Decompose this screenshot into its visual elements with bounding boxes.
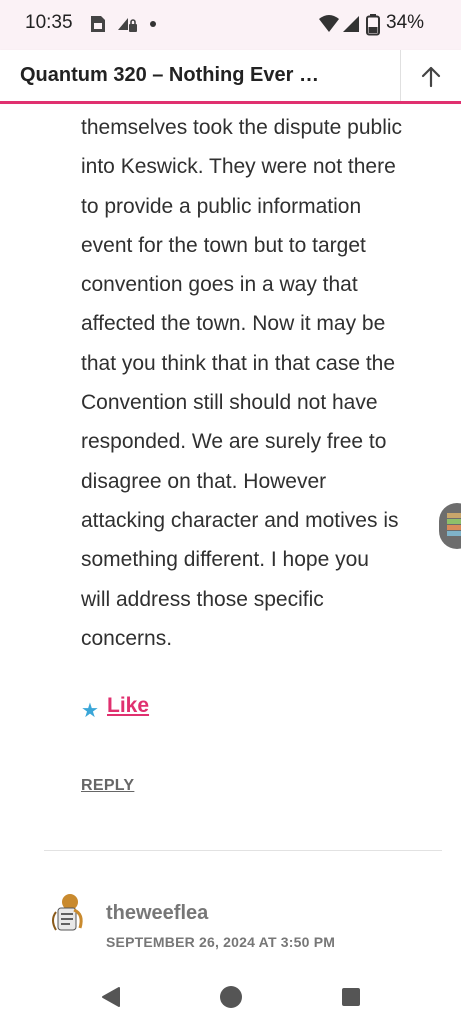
comment-line: something different. I hope you xyxy=(81,548,369,572)
wifi-icon xyxy=(319,15,339,32)
comment-separator xyxy=(44,850,442,851)
signal-icon xyxy=(343,16,359,32)
system-nav-bar xyxy=(0,966,461,1024)
status-time: 10:35 xyxy=(25,12,73,33)
notification-dot-icon xyxy=(150,21,156,27)
sim-card-icon xyxy=(91,16,105,32)
star-icon: ★ xyxy=(81,700,99,722)
floating-side-widget[interactable] xyxy=(439,503,461,549)
avatar[interactable] xyxy=(48,892,88,936)
comment-line: that you think that in that case the xyxy=(81,351,396,375)
battery-icon xyxy=(366,14,380,36)
flea-avatar-icon xyxy=(52,894,83,931)
scroll-to-top-button[interactable] xyxy=(401,50,461,102)
comment-line: will address those specific xyxy=(81,587,324,611)
stacked-books-icon xyxy=(447,513,461,536)
arrow-up-icon xyxy=(421,66,441,88)
comment-line: attacking character and motives is xyxy=(81,508,399,532)
reply-button[interactable]: REPLY xyxy=(81,777,134,795)
like-button[interactable]: Like xyxy=(107,694,149,718)
recents-icon[interactable] xyxy=(338,984,364,1010)
comment-line: disagree on that. However xyxy=(81,469,327,493)
home-icon[interactable] xyxy=(218,984,244,1010)
article-header: Quantum 320 – Nothing Ever … xyxy=(0,50,461,102)
comment-line: themselves took the dispute public xyxy=(81,116,403,139)
comment-author[interactable]: theweeflea xyxy=(106,902,208,925)
status-bar: 10:35 34% xyxy=(0,0,461,50)
comment-line: to provide a public information xyxy=(81,194,362,218)
comment-line: affected the town. Now it may be xyxy=(81,312,386,336)
back-icon[interactable] xyxy=(98,984,124,1010)
comment-line: event for the town but to target xyxy=(81,233,366,257)
vpn-lock-icon xyxy=(118,18,137,32)
battery-percentage: 34% xyxy=(386,12,425,33)
comment-text: themselves took the dispute public into … xyxy=(81,108,446,658)
comment-line: Convention still should not have xyxy=(81,391,378,415)
comment-date[interactable]: SEPTEMBER 26, 2024 AT 3:50 PM xyxy=(106,934,335,950)
comment-line: concerns. xyxy=(81,626,173,650)
comment-line: responded. We are surely free to xyxy=(81,430,387,454)
page-title[interactable]: Quantum 320 – Nothing Ever … xyxy=(20,64,390,87)
header-accent-line xyxy=(0,101,461,104)
comment-line: convention goes in a way that xyxy=(81,273,358,297)
comment-line: into Keswick. They were not there xyxy=(81,155,396,179)
